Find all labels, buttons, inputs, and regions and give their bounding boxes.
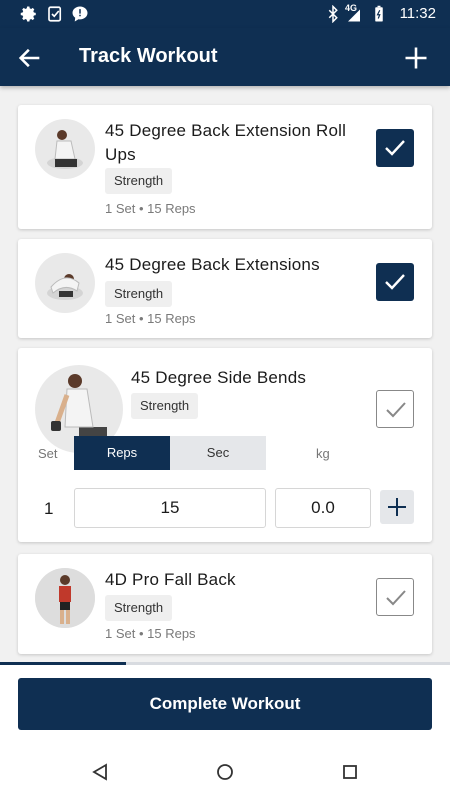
status-bar: 4G 11:32	[0, 0, 450, 28]
page-title: Track Workout	[79, 45, 218, 67]
complete-workout-button[interactable]: Complete Workout	[18, 678, 432, 730]
complete-checkbox[interactable]	[376, 263, 414, 301]
checkmark-icon	[385, 140, 405, 156]
weight-input[interactable]: 0.0	[275, 488, 371, 528]
set-column-label: Set	[38, 446, 58, 461]
exercise-meta: 1 Set • 15 Reps	[105, 311, 196, 326]
weight-column-label: kg	[316, 446, 330, 461]
nav-home-icon[interactable]	[216, 763, 234, 781]
exercise-thumbnail	[35, 253, 95, 313]
checkmark-icon	[386, 402, 406, 418]
exercise-name: 4D Pro Fall Back	[105, 570, 236, 589]
unit-toggle-reps[interactable]: Reps	[74, 436, 170, 470]
exercise-card[interactable]: 45 Degree Back Extensions Strength 1 Set…	[18, 239, 432, 338]
exercise-meta: 1 Set • 15 Reps	[105, 626, 196, 641]
checkmark-icon	[386, 590, 406, 606]
category-tag: Strength	[105, 595, 173, 621]
reps-input[interactable]: 15	[74, 488, 266, 528]
bluetooth-icon	[328, 5, 338, 23]
complete-checkbox[interactable]	[376, 129, 414, 167]
nav-recents-icon[interactable]	[341, 763, 359, 781]
category-tag: Strength	[131, 393, 199, 419]
add-icon[interactable]	[402, 44, 430, 72]
unit-toggle-sec[interactable]: Sec	[170, 436, 266, 470]
footer: Complete Workout	[0, 665, 450, 745]
nav-back-icon[interactable]	[91, 763, 109, 781]
exercise-thumbnail	[35, 119, 95, 179]
exercise-meta: 1 Set • 15 Reps	[105, 201, 196, 216]
signal-icon	[348, 9, 360, 22]
exercise-thumbnail	[35, 568, 95, 628]
exercise-name: 45 Degree Back Extension Roll Ups	[105, 121, 347, 164]
complete-checkbox[interactable]	[376, 390, 414, 428]
exercise-card[interactable]: 45 Degree Back Extension Roll Ups Streng…	[18, 105, 432, 229]
category-tag: Strength	[105, 168, 173, 194]
complete-checkbox[interactable]	[376, 578, 414, 616]
checkmark-icon	[385, 274, 405, 290]
clipboard-check-icon	[48, 6, 62, 22]
set-number: 1	[44, 499, 54, 518]
category-tag: Strength	[105, 281, 173, 307]
back-arrow-icon[interactable]	[16, 44, 44, 72]
add-set-button[interactable]	[380, 490, 414, 524]
exercise-name: 45 Degree Back Extensions	[105, 255, 320, 274]
exercise-list: 45 Degree Back Extension Roll Ups Streng…	[0, 86, 450, 662]
exercise-card-expanded[interactable]: 45 Degree Side Bends Strength Set Reps S…	[18, 348, 432, 542]
clock: 11:32	[399, 5, 436, 22]
system-nav-bar	[0, 745, 450, 800]
app-bar: Track Workout	[0, 28, 450, 86]
settings-icon	[20, 6, 36, 22]
exercise-card[interactable]: 4D Pro Fall Back Strength 1 Set • 15 Rep…	[18, 554, 432, 654]
battery-icon	[375, 5, 383, 22]
exercise-name: 45 Degree Side Bends	[131, 368, 307, 387]
chat-bubble-icon	[72, 6, 88, 22]
plus-icon	[388, 498, 406, 516]
